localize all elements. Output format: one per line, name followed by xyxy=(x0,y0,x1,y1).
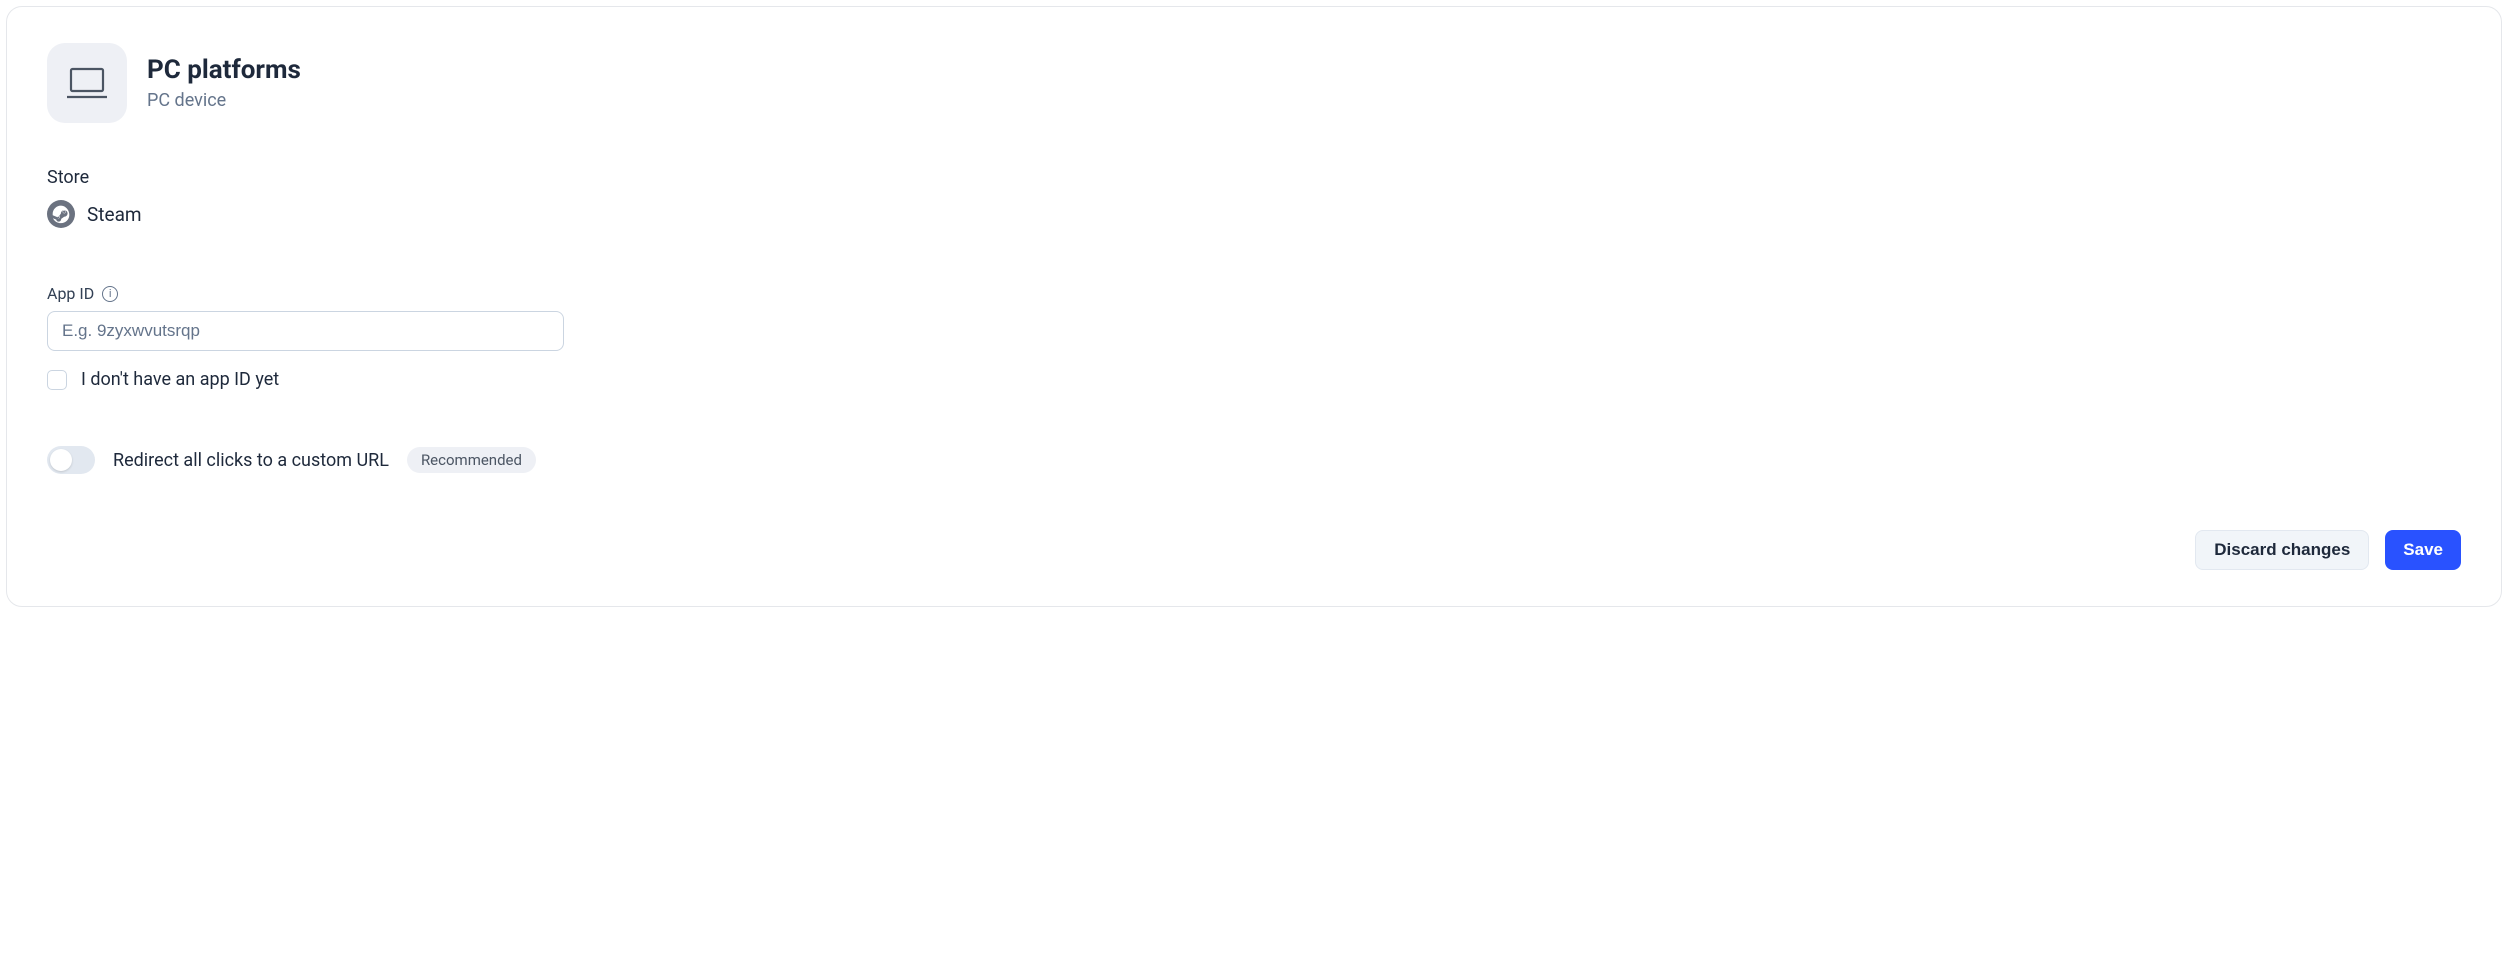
discard-button[interactable]: Discard changes xyxy=(2195,530,2369,570)
footer-actions: Discard changes Save xyxy=(47,530,2461,570)
store-section-label: Store xyxy=(47,167,2461,188)
title-block: PC platforms PC device xyxy=(147,55,301,111)
save-button[interactable]: Save xyxy=(2385,530,2461,570)
panel-title: PC platforms xyxy=(147,55,301,86)
redirect-row: Redirect all clicks to a custom URL Reco… xyxy=(47,446,2461,474)
no-app-id-label: I don't have an app ID yet xyxy=(81,369,279,390)
no-app-id-row: I don't have an app ID yet xyxy=(47,369,2461,390)
redirect-toggle[interactable] xyxy=(47,446,95,474)
app-id-label-row: App ID i xyxy=(47,284,2461,303)
app-id-label: App ID xyxy=(47,284,94,303)
recommended-badge: Recommended xyxy=(407,447,536,473)
laptop-icon xyxy=(47,43,127,123)
panel-subtitle: PC device xyxy=(147,90,301,111)
store-row: Steam xyxy=(47,200,2461,228)
info-icon[interactable]: i xyxy=(102,286,118,302)
pc-platforms-panel: PC platforms PC device Store Steam App I… xyxy=(6,6,2502,607)
no-app-id-checkbox[interactable] xyxy=(47,370,67,390)
app-id-input[interactable] xyxy=(47,311,564,351)
redirect-label: Redirect all clicks to a custom URL xyxy=(113,450,389,471)
toggle-knob xyxy=(50,449,72,471)
panel-header: PC platforms PC device xyxy=(47,43,2461,123)
store-name: Steam xyxy=(87,203,142,226)
steam-icon xyxy=(47,200,75,228)
